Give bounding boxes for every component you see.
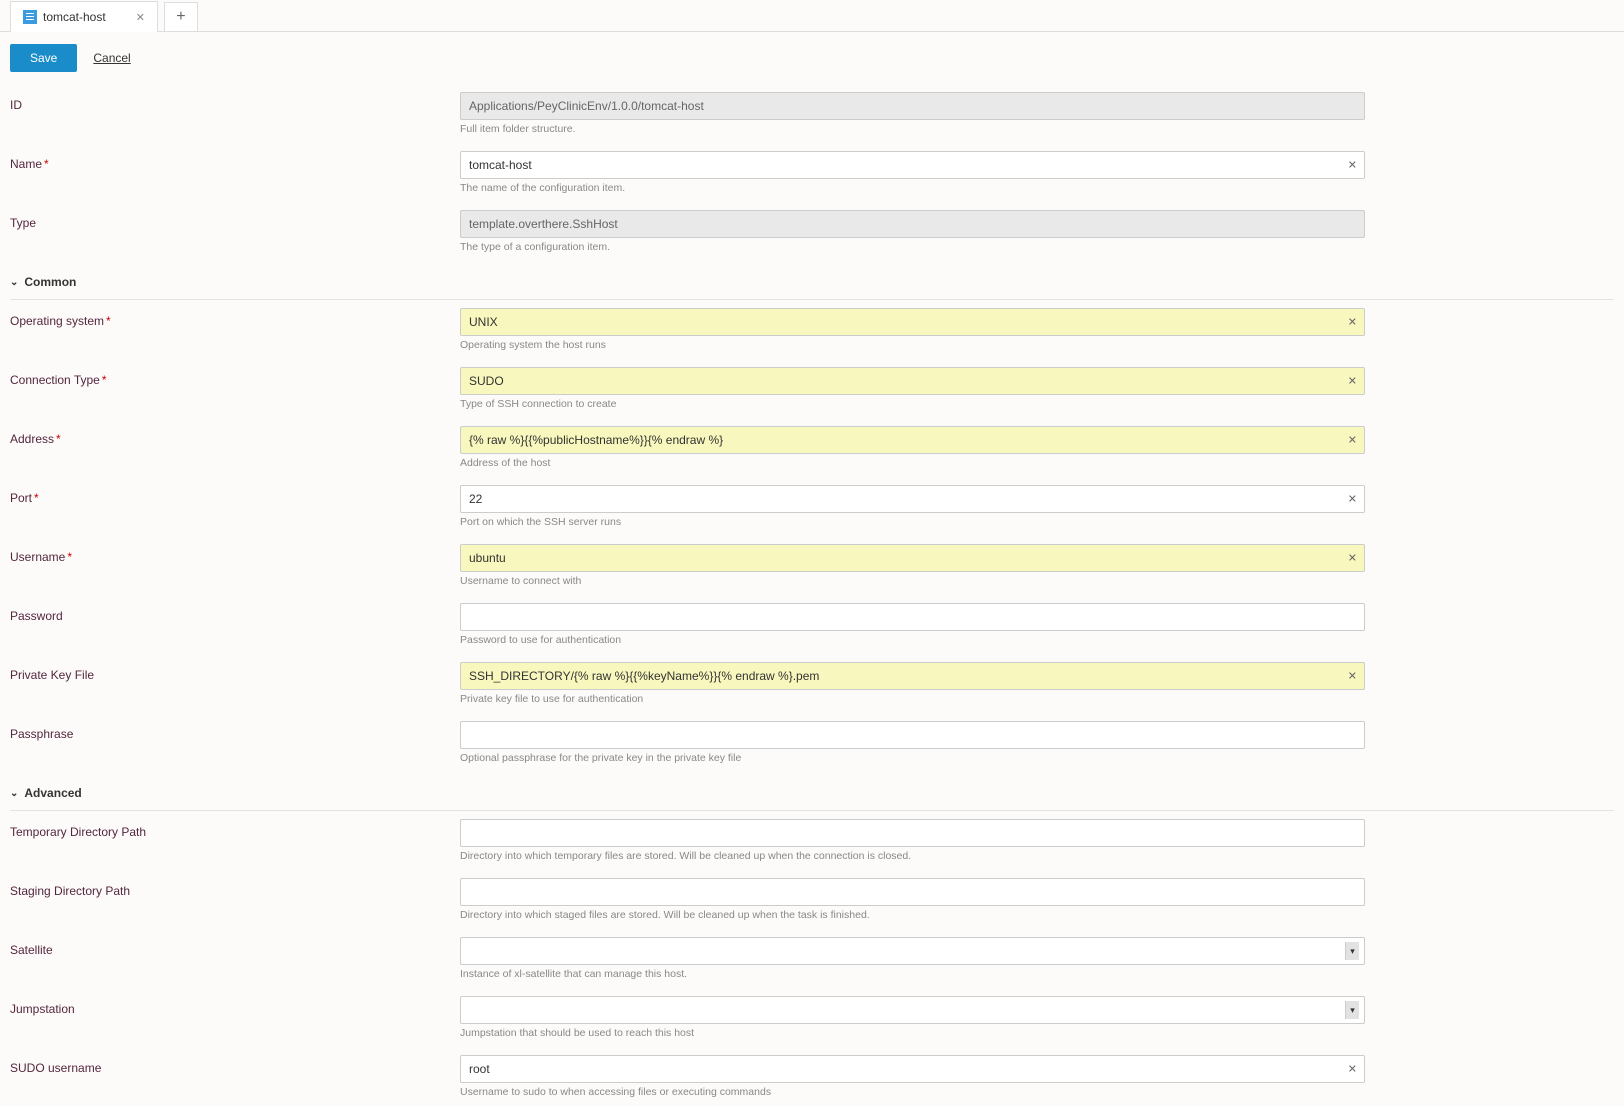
label-type: Type bbox=[10, 210, 460, 230]
tab-title: tomcat-host bbox=[43, 10, 106, 24]
label-os: Operating system bbox=[10, 314, 104, 328]
hint-id: Full item folder structure. bbox=[460, 123, 1365, 135]
sudo-field[interactable] bbox=[460, 1055, 1365, 1083]
hint-tmp: Directory into which temporary files are… bbox=[460, 850, 1365, 862]
label-id: ID bbox=[10, 92, 460, 112]
label-sudo: SUDO username bbox=[10, 1055, 460, 1075]
tab-tomcat-host[interactable]: tomcat-host ✕ bbox=[10, 1, 158, 32]
close-icon[interactable]: ✕ bbox=[136, 11, 145, 24]
label-port: Port bbox=[10, 491, 32, 505]
hint-os: Operating system the host runs bbox=[460, 339, 1365, 351]
hint-pkey: Private key file to use for authenticati… bbox=[460, 693, 1365, 705]
address-field[interactable] bbox=[460, 426, 1365, 454]
chevron-down-icon: ⌄ bbox=[10, 788, 18, 799]
label-pkey: Private Key File bbox=[10, 662, 460, 682]
type-field bbox=[460, 210, 1365, 238]
clear-icon[interactable]: ✕ bbox=[1348, 316, 1357, 329]
form: ID Full item folder structure. Name* ✕ T… bbox=[0, 84, 1624, 1106]
conn-field[interactable] bbox=[460, 367, 1365, 395]
hint-sudo: Username to sudo to when accessing files… bbox=[460, 1086, 1365, 1098]
id-field bbox=[460, 92, 1365, 120]
os-field[interactable] bbox=[460, 308, 1365, 336]
clear-icon[interactable]: ✕ bbox=[1348, 493, 1357, 506]
label-address: Address bbox=[10, 432, 54, 446]
label-satellite: Satellite bbox=[10, 937, 460, 957]
label-name: Name* bbox=[10, 151, 460, 171]
passphrase-field[interactable] bbox=[460, 721, 1365, 749]
staging-field[interactable] bbox=[460, 878, 1365, 906]
tab-bar: tomcat-host ✕ + bbox=[0, 0, 1624, 32]
satellite-select[interactable] bbox=[460, 937, 1365, 965]
label-tmp: Temporary Directory Path bbox=[10, 819, 460, 839]
clear-icon[interactable]: ✕ bbox=[1348, 552, 1357, 565]
password-field[interactable] bbox=[460, 603, 1365, 631]
hint-port: Port on which the SSH server runs bbox=[460, 516, 1365, 528]
port-field[interactable] bbox=[460, 485, 1365, 513]
section-advanced[interactable]: ⌄ Advanced bbox=[10, 784, 1614, 802]
section-common[interactable]: ⌄ Common bbox=[10, 273, 1614, 291]
jump-select[interactable] bbox=[460, 996, 1365, 1024]
name-field[interactable] bbox=[460, 151, 1365, 179]
hint-name: The name of the configuration item. bbox=[460, 182, 1365, 194]
pkey-field[interactable] bbox=[460, 662, 1365, 690]
tmp-field[interactable] bbox=[460, 819, 1365, 847]
chevron-down-icon: ⌄ bbox=[10, 277, 18, 288]
hint-staging: Directory into which staged files are st… bbox=[460, 909, 1365, 921]
section-advanced-title: Advanced bbox=[24, 786, 81, 800]
label-password: Password bbox=[10, 603, 460, 623]
add-tab-button[interactable]: + bbox=[164, 2, 198, 32]
clear-icon[interactable]: ✕ bbox=[1348, 375, 1357, 388]
label-passphrase: Passphrase bbox=[10, 721, 460, 741]
plus-icon: + bbox=[176, 8, 185, 26]
hint-username: Username to connect with bbox=[460, 575, 1365, 587]
hint-satellite: Instance of xl-satellite that can manage… bbox=[460, 968, 1365, 980]
clear-icon[interactable]: ✕ bbox=[1348, 670, 1357, 683]
hint-password: Password to use for authentication bbox=[460, 634, 1365, 646]
clear-icon[interactable]: ✕ bbox=[1348, 1063, 1357, 1076]
hint-conn: Type of SSH connection to create bbox=[460, 398, 1365, 410]
section-common-title: Common bbox=[24, 275, 76, 289]
cancel-button[interactable]: Cancel bbox=[93, 51, 130, 65]
label-jump: Jumpstation bbox=[10, 996, 460, 1016]
save-button[interactable]: Save bbox=[10, 44, 77, 72]
hint-address: Address of the host bbox=[460, 457, 1365, 469]
hint-jump: Jumpstation that should be used to reach… bbox=[460, 1027, 1365, 1039]
label-username: Username bbox=[10, 550, 65, 564]
username-field[interactable] bbox=[460, 544, 1365, 572]
label-conn: Connection Type bbox=[10, 373, 100, 387]
hint-passphrase: Optional passphrase for the private key … bbox=[460, 752, 1365, 764]
clear-icon[interactable]: ✕ bbox=[1348, 434, 1357, 447]
clear-icon[interactable]: ✕ bbox=[1348, 159, 1357, 172]
document-icon bbox=[23, 10, 37, 24]
label-staging: Staging Directory Path bbox=[10, 878, 460, 898]
hint-type: The type of a configuration item. bbox=[460, 241, 1365, 253]
action-bar: Save Cancel bbox=[0, 32, 1624, 84]
